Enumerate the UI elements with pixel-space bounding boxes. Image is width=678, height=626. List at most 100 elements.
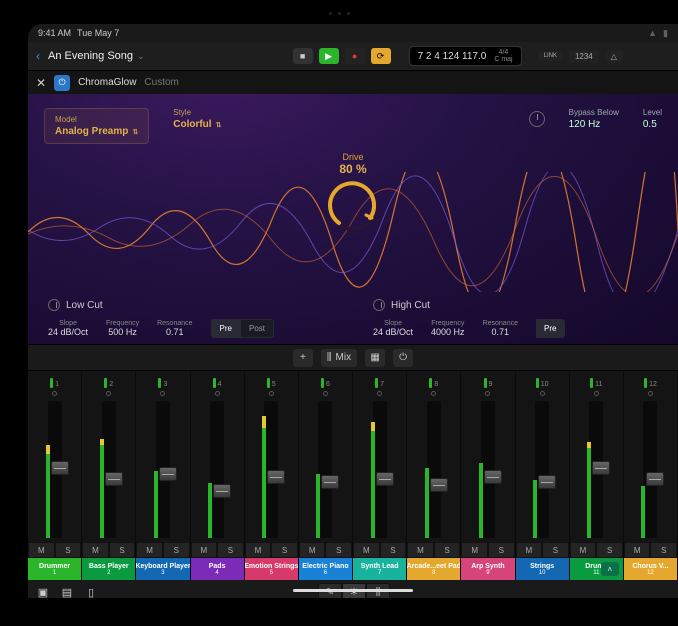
plugin-power-button[interactable]: ⏻	[54, 75, 70, 91]
pan-knob[interactable]	[245, 389, 298, 397]
play-button[interactable]: ▶	[319, 48, 339, 64]
channel-label[interactable]: Pads4	[191, 558, 244, 580]
model-selector[interactable]: Model Analog Preamp⇅	[44, 108, 149, 144]
lowcut-resonance[interactable]: Resonance0.71	[157, 320, 192, 337]
mute-button[interactable]: M	[353, 542, 380, 558]
stop-button[interactable]: ■	[293, 48, 313, 64]
channel-label[interactable]: Chorus V...12	[624, 558, 677, 580]
channel-label[interactable]: Arp Synth9	[461, 558, 514, 580]
pan-knob[interactable]	[353, 389, 406, 397]
channel-label[interactable]: Arcade...eet Pad8	[407, 558, 460, 580]
fader-handle[interactable]	[538, 475, 556, 489]
back-icon[interactable]: ‹	[36, 49, 40, 63]
library-icon[interactable]: ▣	[36, 585, 50, 598]
pan-knob[interactable]	[516, 389, 569, 397]
pan-knob[interactable]	[191, 389, 244, 397]
mixer-power-button[interactable]: ⏻	[393, 349, 413, 367]
level-control[interactable]: Level 0.5	[643, 108, 662, 130]
solo-button[interactable]: S	[217, 542, 244, 558]
solo-button[interactable]: S	[542, 542, 569, 558]
section-power-icon[interactable]	[529, 111, 545, 127]
pan-knob[interactable]	[136, 389, 189, 397]
count-in-display[interactable]: 1234	[569, 50, 599, 63]
channel-label[interactable]: Drummer1	[28, 558, 81, 580]
mute-button[interactable]: M	[28, 542, 55, 558]
solo-button[interactable]: S	[325, 542, 352, 558]
mute-button[interactable]: M	[82, 542, 109, 558]
mute-button[interactable]: M	[407, 542, 434, 558]
pan-knob[interactable]	[570, 389, 623, 397]
fader-handle[interactable]	[592, 461, 610, 475]
fader-handle[interactable]	[646, 472, 664, 486]
pan-knob[interactable]	[299, 389, 352, 397]
regions-button[interactable]: ▦	[365, 349, 385, 367]
mix-view-button[interactable]: ⫼ Mix	[321, 349, 357, 367]
mute-button[interactable]: M	[245, 542, 272, 558]
plugin-preset[interactable]: Custom	[144, 77, 178, 88]
pan-knob[interactable]	[407, 389, 460, 397]
highcut-resonance[interactable]: Resonance0.71	[483, 320, 518, 337]
fader-handle[interactable]	[213, 484, 231, 498]
lowcut-frequency[interactable]: Frequency500 Hz	[106, 320, 139, 337]
highcut-frequency[interactable]: Frequency4000 Hz	[431, 320, 465, 337]
solo-button[interactable]: S	[163, 542, 190, 558]
bypass-control[interactable]: Bypass Below 120 Hz	[569, 108, 619, 130]
fader-handle[interactable]	[484, 470, 502, 484]
link-button[interactable]: LINK	[538, 51, 563, 61]
add-button[interactable]: +	[293, 349, 313, 367]
solo-button[interactable]: S	[109, 542, 136, 558]
home-indicator[interactable]	[293, 589, 413, 592]
channel-label[interactable]: Keyboard Player3	[136, 558, 189, 580]
highcut-slope[interactable]: Slope24 dB/Oct	[373, 320, 413, 337]
solo-button[interactable]: S	[434, 542, 461, 558]
solo-button[interactable]: S	[55, 542, 82, 558]
solo-button[interactable]: S	[271, 542, 298, 558]
expand-channel-button[interactable]: ˄	[601, 562, 619, 576]
channel-label[interactable]: Synth Lead7	[353, 558, 406, 580]
lcd-display[interactable]: 7 2 4 124 117.0 4/4 C maj	[409, 46, 522, 66]
close-icon[interactable]: ✕	[36, 76, 46, 90]
project-title-dropdown[interactable]: An Evening Song ⌄	[48, 50, 145, 62]
style-selector[interactable]: Style Colorful⇅	[173, 108, 221, 130]
mute-button[interactable]: M	[461, 542, 488, 558]
highcut-power-icon[interactable]	[373, 299, 385, 311]
fader-handle[interactable]	[51, 461, 69, 475]
channel-label[interactable]: Emotion Strings5	[245, 558, 298, 580]
highcut-pre-post-toggle[interactable]: Pre	[536, 319, 565, 338]
mute-button[interactable]: M	[570, 542, 597, 558]
fader-track	[535, 401, 549, 538]
lowcut-pre-post-toggle[interactable]: Pre Post	[211, 319, 274, 338]
mute-button[interactable]: M	[136, 542, 163, 558]
mute-solo: MS	[136, 542, 189, 558]
lowcut-slope[interactable]: Slope24 dB/Oct	[48, 320, 88, 337]
solo-button[interactable]: S	[596, 542, 623, 558]
fader-handle[interactable]	[105, 472, 123, 486]
fader-handle[interactable]	[430, 478, 448, 492]
channel-label[interactable]: Bass Player2	[82, 558, 135, 580]
mute-button[interactable]: M	[624, 542, 651, 558]
solo-button[interactable]: S	[488, 542, 515, 558]
pan-knob[interactable]	[461, 389, 514, 397]
lowcut-power-icon[interactable]	[48, 299, 60, 311]
channel-label[interactable]: Electric Piano6	[299, 558, 352, 580]
record-button[interactable]: ●	[345, 48, 365, 64]
pan-knob[interactable]	[82, 389, 135, 397]
pan-knob[interactable]	[624, 389, 677, 397]
notepad-icon[interactable]: ▯	[84, 585, 98, 598]
fader-handle[interactable]	[376, 472, 394, 486]
cycle-button[interactable]: ⟳	[371, 48, 391, 64]
mute-button[interactable]: M	[299, 542, 326, 558]
mute-button[interactable]: M	[191, 542, 218, 558]
mute-button[interactable]: M	[516, 542, 543, 558]
channel-label[interactable]: Strings10	[516, 558, 569, 580]
battery-icon: ▮	[663, 28, 668, 39]
fader-handle[interactable]	[321, 475, 339, 489]
fader-handle[interactable]	[159, 467, 177, 481]
fader-handle[interactable]	[267, 470, 285, 484]
solo-button[interactable]: S	[380, 542, 407, 558]
solo-button[interactable]: S	[650, 542, 677, 558]
browser-icon[interactable]: ▤	[60, 585, 74, 598]
metronome-button[interactable]: △	[605, 50, 623, 63]
pan-knob[interactable]	[28, 389, 81, 397]
drive-knob[interactable]: Drive 80 %	[326, 152, 380, 234]
